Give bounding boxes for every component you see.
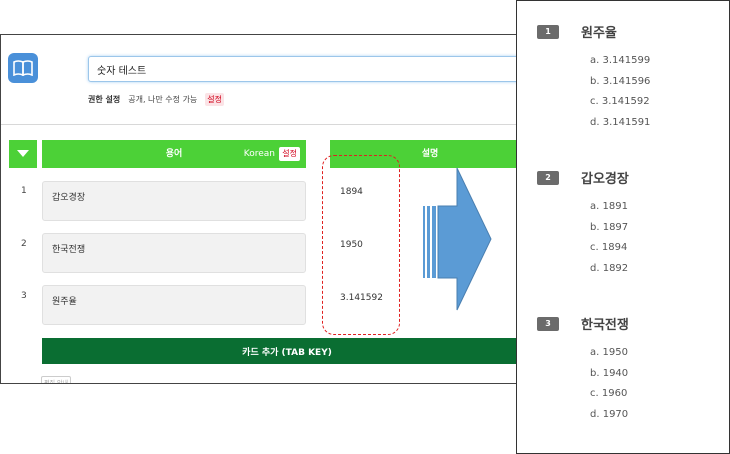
row-number: 1	[21, 186, 27, 196]
answer-option[interactable]: b. 3.141596	[590, 76, 650, 97]
term-column-header: 용어 Korean 설정	[42, 140, 306, 168]
answer-option[interactable]: a. 3.141599	[590, 55, 650, 76]
question-title: 갑오경장	[581, 172, 629, 187]
answer-option[interactable]: d. 3.141591	[590, 117, 650, 138]
option-list: a. 1950 b. 1940 c. 1960 d. 1970	[590, 347, 629, 429]
term-field[interactable]: 원주율	[42, 285, 306, 325]
answer-option[interactable]: c. 3.141592	[590, 96, 650, 117]
question-number-badge: 3	[537, 316, 559, 331]
column-toggle-button[interactable]	[9, 140, 37, 168]
add-card-button[interactable]: 카드 추가 (TAB KEY)	[42, 338, 517, 364]
divider	[1, 124, 517, 125]
question-number-badge: 1	[537, 24, 559, 39]
answer-option[interactable]: b. 1897	[590, 222, 629, 243]
row-number: 2	[21, 239, 27, 249]
permission-label: 권한 설정	[88, 95, 121, 104]
answer-option[interactable]: c. 1894	[590, 242, 629, 263]
quiz-question: 3 한국전쟁 a. 1950 b. 1940 c. 1960 d. 1970	[537, 314, 629, 429]
language-set-button[interactable]: 설정	[279, 147, 300, 161]
term-field[interactable]: 한국전쟁	[42, 233, 306, 273]
set-title-input[interactable]	[88, 56, 517, 82]
permission-row: 권한 설정 공개, 나만 수정 가능 설정	[88, 93, 225, 106]
answer-option[interactable]: d. 1970	[590, 409, 629, 430]
question-title: 한국전쟁	[581, 318, 629, 333]
question-title: 원주율	[581, 26, 617, 41]
question-number-badge: 2	[537, 170, 559, 185]
answer-option[interactable]: b. 1940	[590, 368, 629, 389]
description-column-header: 설명	[330, 140, 517, 168]
row-number: 3	[21, 291, 27, 301]
permission-value: 공개, 나만 수정 가능	[128, 95, 198, 104]
book-icon[interactable]	[8, 53, 38, 83]
term-language: Korean	[243, 149, 275, 159]
answer-option[interactable]: c. 1960	[590, 388, 629, 409]
answer-option[interactable]: a. 1891	[590, 201, 629, 222]
term-field[interactable]: 갑오경장	[42, 181, 306, 221]
description-field[interactable]: 1894	[340, 187, 363, 197]
option-list: a. 1891 b. 1897 c. 1894 d. 1892	[590, 201, 629, 283]
description-field[interactable]: 1950	[340, 240, 363, 250]
triangle-down-icon	[17, 150, 29, 157]
arrow-right-icon	[423, 167, 492, 311]
answer-option[interactable]: a. 1950	[590, 347, 629, 368]
quiz-question: 2 갑오경장 a. 1891 b. 1897 c. 1894 d. 1892	[537, 168, 629, 283]
description-field[interactable]: 3.141592	[340, 293, 383, 303]
answer-option[interactable]: d. 1892	[590, 263, 629, 284]
quiz-panel: 1 원주율 a. 3.141599 b. 3.141596 c. 3.14159…	[516, 0, 730, 454]
option-list: a. 3.141599 b. 3.141596 c. 3.141592 d. 3…	[590, 55, 650, 137]
help-button[interactable]: 편집 안내	[41, 376, 71, 383]
permission-set-button[interactable]: 설정	[205, 93, 225, 106]
quiz-question: 1 원주율 a. 3.141599 b. 3.141596 c. 3.14159…	[537, 22, 650, 137]
